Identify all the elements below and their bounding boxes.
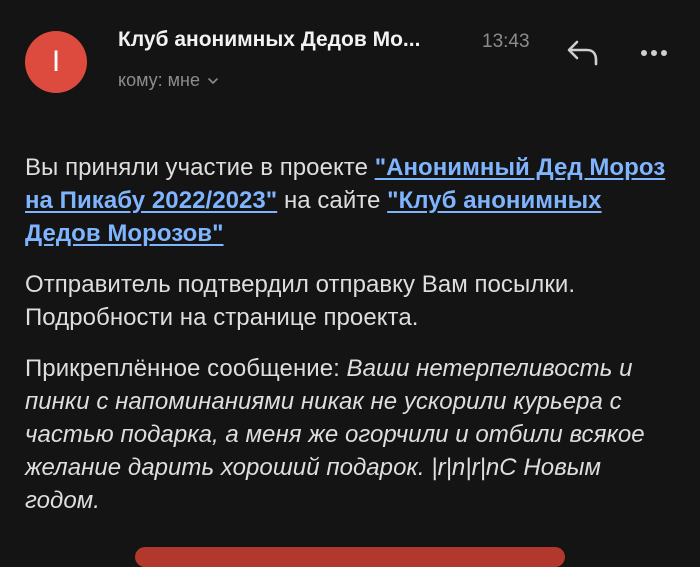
message-paragraph-3: Прикреплённое сообщение: Ваши нетерпелив… — [25, 352, 675, 517]
message-paragraph-2: Отправитель подтвердил отправку Вам посы… — [25, 271, 576, 331]
sender-name[interactable]: Клуб анонимных Дедов Мо... — [118, 28, 463, 52]
message-paragraph-1: Вы приняли участие в проекте "Анонимный … — [25, 151, 675, 250]
recipient-toggle[interactable]: кому: мне — [118, 70, 220, 91]
message-time: 13:43 — [482, 31, 530, 52]
reply-icon[interactable] — [563, 34, 603, 70]
recipient-label: кому: мне — [118, 70, 200, 90]
email-header: I Клуб анонимных Дедов Мо... 13:43 кому:… — [0, 0, 700, 110]
paragraph-text: Вы приняли участие в проекте — [25, 154, 375, 181]
sender-avatar[interactable]: I — [25, 31, 87, 93]
paragraph-text: на сайте — [277, 187, 388, 214]
message-body: Вы приняли участие в проекте "Анонимный … — [25, 151, 675, 535]
reply-action-bar[interactable] — [135, 547, 565, 567]
more-horizontal-icon[interactable] — [636, 38, 672, 68]
chevron-down-icon — [208, 77, 218, 84]
attached-message-label: Прикреплённое сообщение: — [25, 355, 347, 382]
